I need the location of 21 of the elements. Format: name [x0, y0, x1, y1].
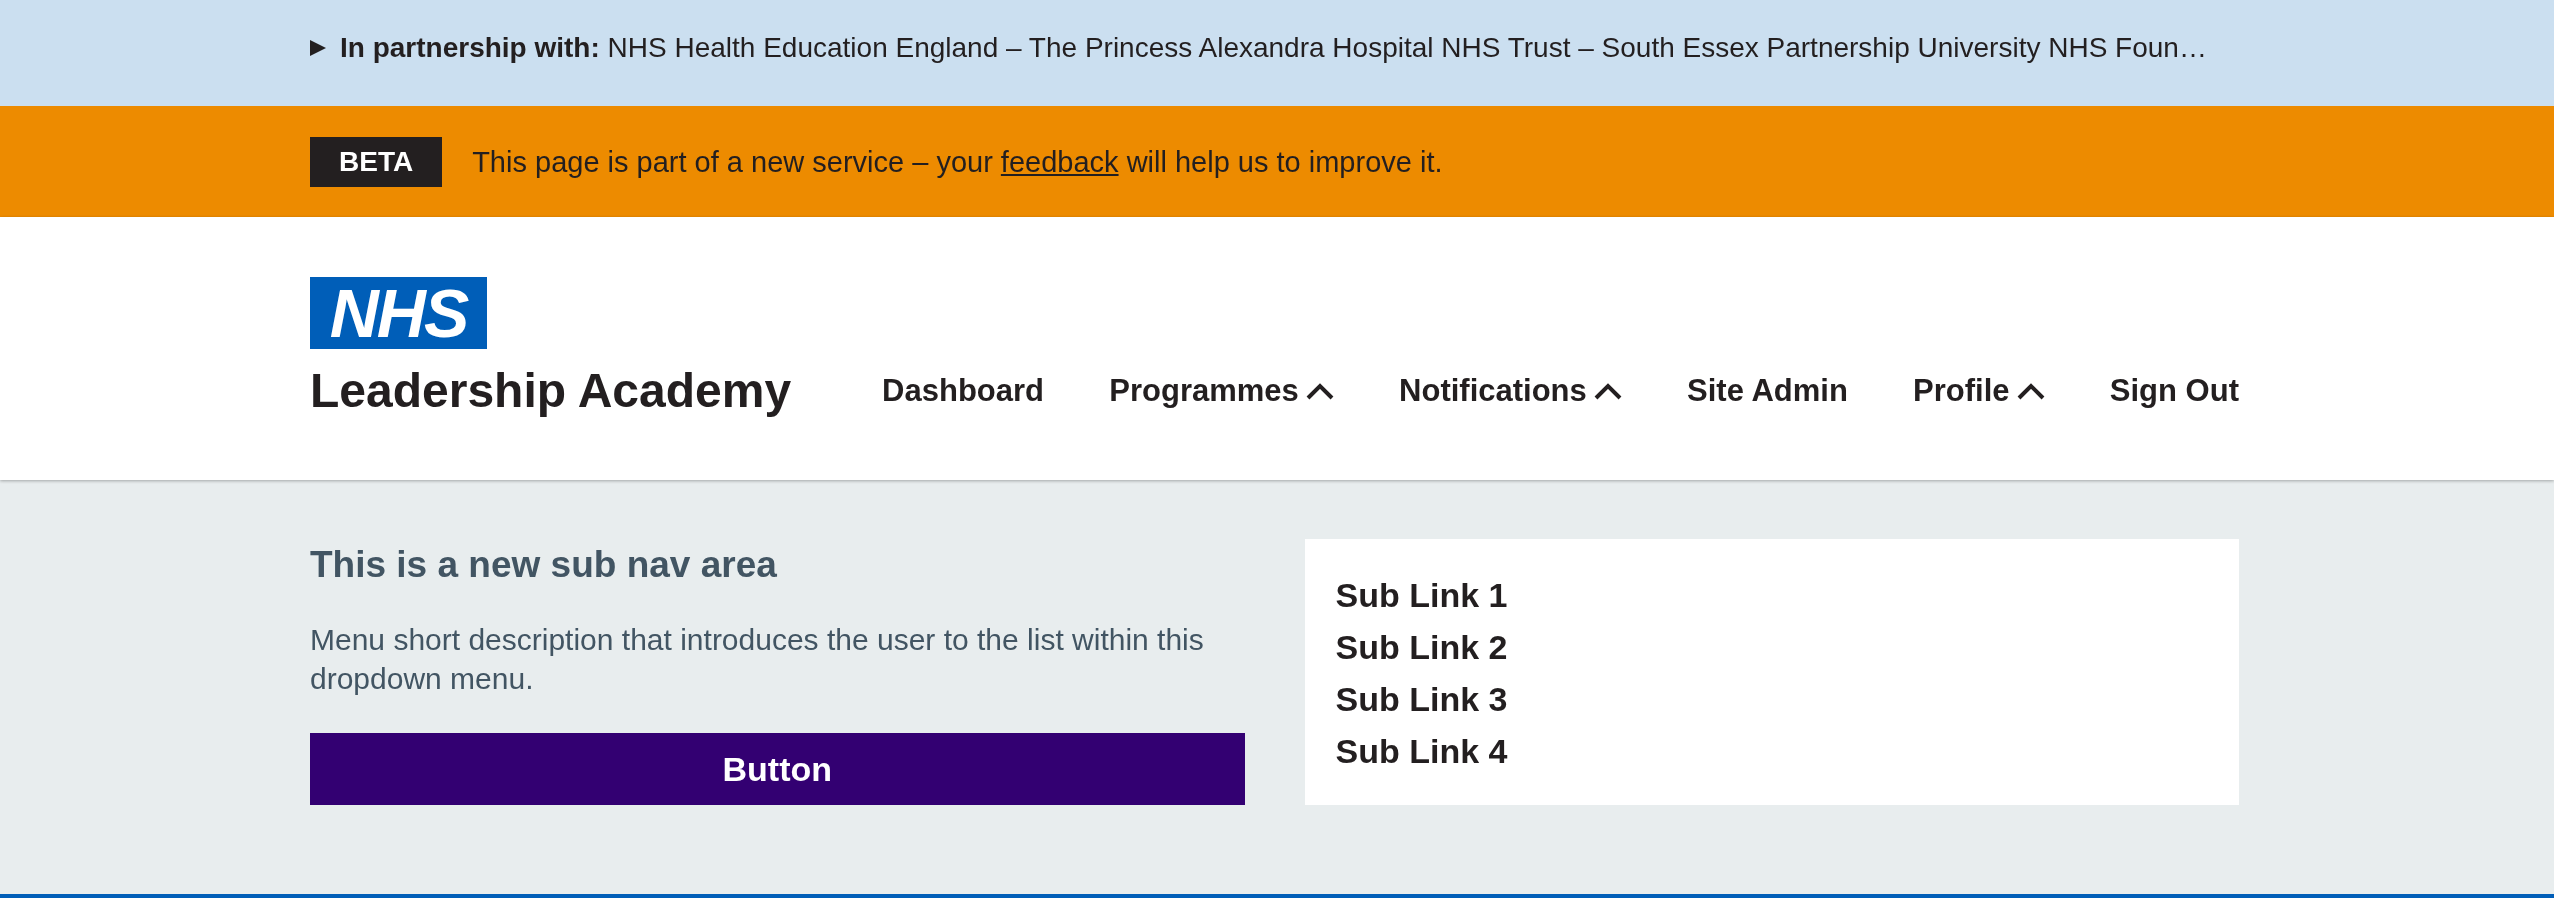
- feedback-link[interactable]: feedback: [1000, 145, 1119, 178]
- sub-link[interactable]: Sub Link 2: [1335, 621, 1508, 673]
- service-name: Leadership Academy: [310, 366, 792, 416]
- sub-link[interactable]: Sub Link 1: [1335, 569, 1508, 621]
- sub-link[interactable]: Sub Link 4: [1335, 725, 1508, 777]
- sub-link[interactable]: Sub Link 3: [1335, 673, 1508, 725]
- chevron-up-icon: [1305, 382, 1334, 400]
- nav-link[interactable]: Site Admin: [1687, 366, 1848, 416]
- chevron-up-icon: [1593, 382, 1622, 400]
- nav-dropdown[interactable]: Notifications: [1399, 366, 1622, 416]
- nav-link[interactable]: Dashboard: [882, 366, 1044, 416]
- primary-button[interactable]: Button: [310, 733, 1245, 805]
- nav-dropdown[interactable]: Programmes: [1109, 366, 1334, 416]
- beta-tag: BETA: [310, 136, 443, 187]
- sub-nav-title: This is a new sub nav area: [310, 545, 777, 585]
- chevron-up-icon: [2016, 382, 2045, 400]
- sub-nav-description: Menu short description that introduces the user to the list within this dropdown menu.: [310, 622, 1205, 697]
- beta-message: This page is part of a new service – your feedback will help us to improve it.: [472, 144, 1443, 180]
- nav-dropdown[interactable]: Profile: [1913, 366, 2045, 416]
- nhs-logo[interactable]: NHS: [310, 277, 487, 349]
- nav-link[interactable]: Sign Out: [2109, 366, 2239, 416]
